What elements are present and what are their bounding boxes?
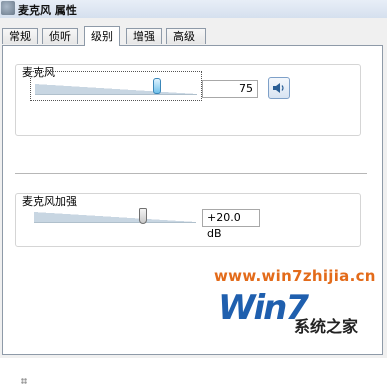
tab-general[interactable]: 常规 [2,28,38,44]
microphone-slider[interactable] [30,71,202,101]
microphone-slider-track [35,84,197,95]
watermark-url: www.win7zhijia.cn [214,267,376,285]
microphone-group: 麦克风 75 [15,64,361,136]
watermark-brand: 系统之家 [294,317,359,336]
boost-slider-thumb[interactable] [138,208,147,224]
window-title: 麦克风 属性 [18,4,77,17]
levels-panel: 麦克风 75 麦克风加强 +20.0 dB [2,45,383,384]
window-body: 常规 侦听 级别 增强 高级 麦克风 75 麦克风加强 +20.0 dB www… [0,18,387,384]
tab-listen[interactable]: 侦听 [42,28,78,44]
speaker-volume-icon [273,83,284,93]
boost-group: 麦克风加强 +20.0 dB [15,193,361,247]
microphone-level-field[interactable]: 75 [202,80,258,98]
section-divider [15,173,367,174]
boost-level-field: +20.0 dB [202,209,260,240]
mute-button[interactable] [268,77,290,99]
boost-slider[interactable] [30,200,202,230]
tab-levels[interactable]: 级别 [84,26,120,46]
microphone-slider-thumb[interactable] [152,78,161,94]
tab-enhancements[interactable]: 增强 [126,28,162,44]
speaker-icon [1,1,15,15]
tab-advanced[interactable]: 高级 [166,28,206,44]
boost-slider-track [34,212,196,223]
title-bar: 麦克风 属性 [0,0,387,18]
resize-grip [21,378,27,384]
tab-strip: 常规 侦听 级别 增强 高级 [2,26,385,46]
